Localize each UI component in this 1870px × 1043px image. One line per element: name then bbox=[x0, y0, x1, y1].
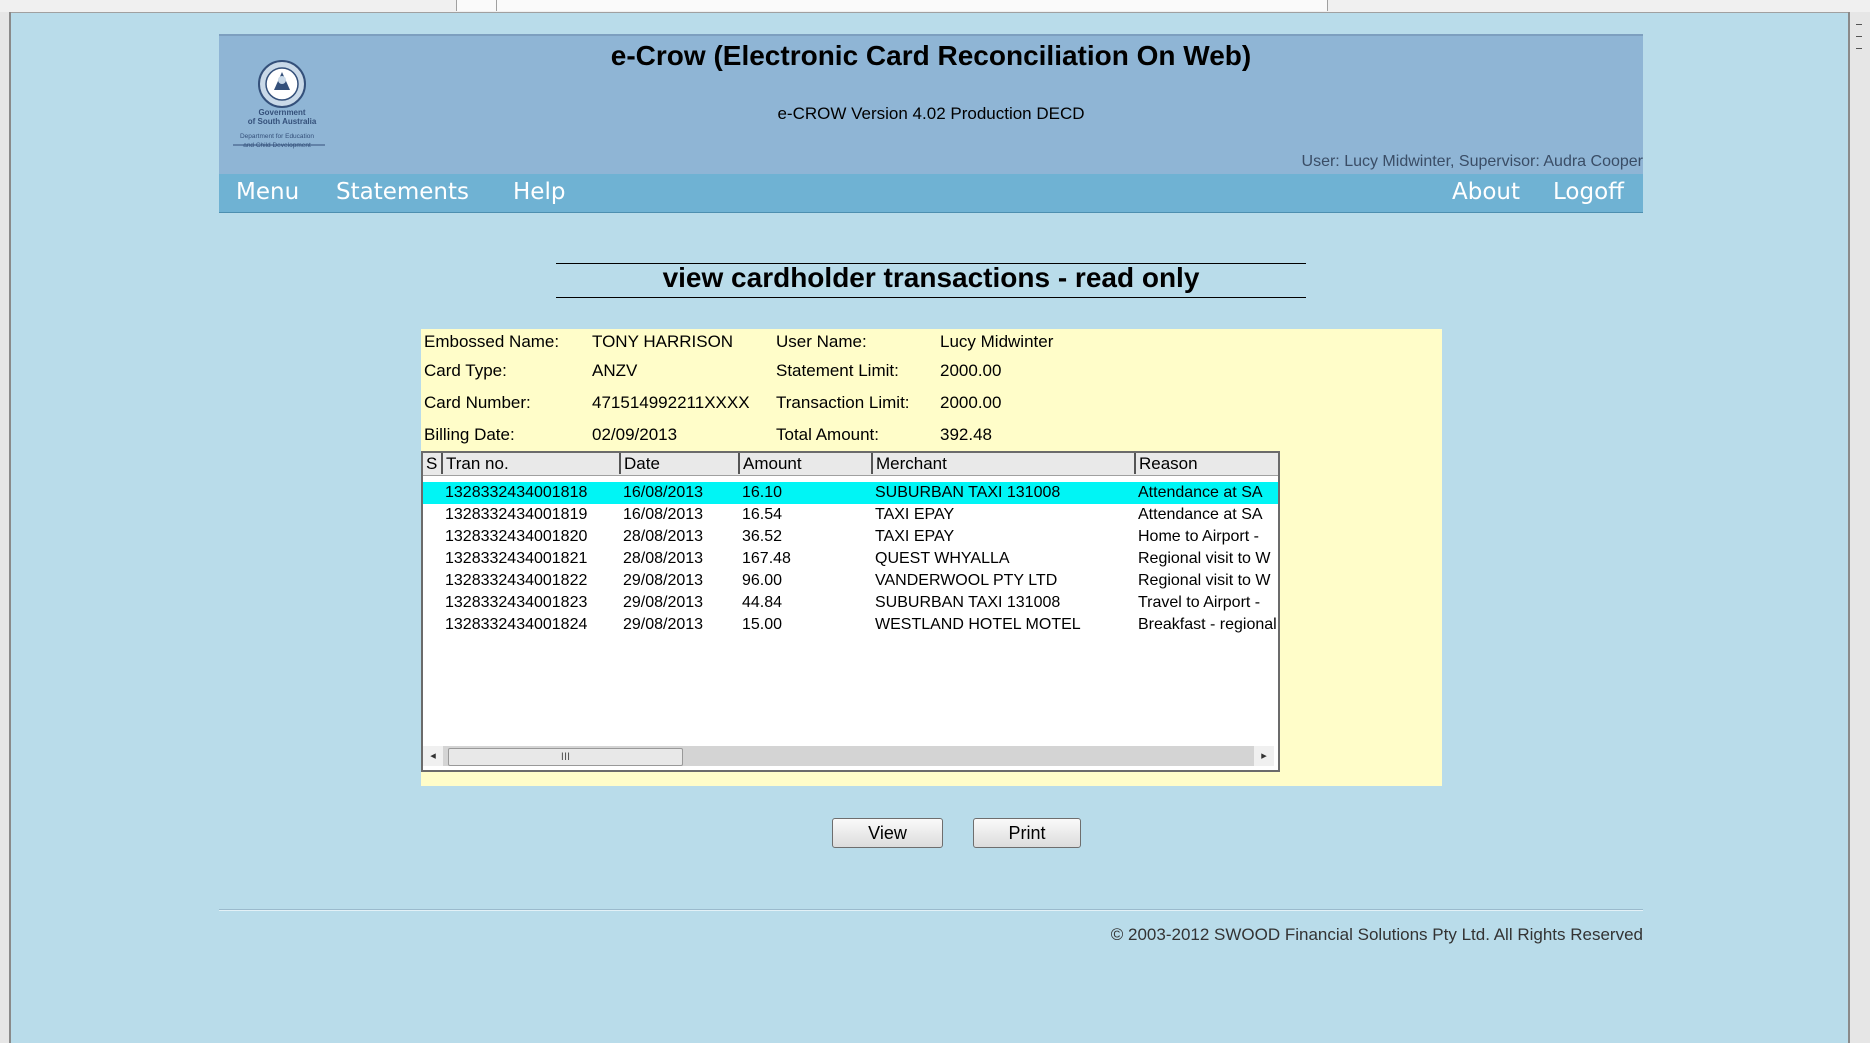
billing-date-value: 02/09/2013 bbox=[592, 425, 678, 444]
table-row[interactable]: 1328332434001823 29/08/2013 44.84 SUBURB… bbox=[423, 592, 1278, 614]
browser-toolbar-segment bbox=[496, 0, 1328, 11]
cell-date: 16/08/2013 bbox=[623, 506, 704, 523]
cell-tran-no: 1328332434001820 bbox=[445, 528, 588, 545]
cell-amount: 96.00 bbox=[742, 572, 783, 589]
horizontal-scrollbar[interactable]: ◂ III ▸ bbox=[423, 746, 1274, 766]
copyright-text: © 2003-2012 SWOOD Financial Solutions Pt… bbox=[1110, 925, 1643, 944]
page-title: view cardholder transactions - read only bbox=[662, 262, 1200, 293]
browser-toolbar-segment bbox=[456, 0, 498, 11]
cell-merchant: TAXI EPAY bbox=[875, 528, 955, 545]
cell-tran-no: 1328332434001818 bbox=[445, 484, 588, 501]
cell-merchant: WESTLAND HOTEL MOTEL bbox=[875, 616, 1081, 633]
scroll-right-icon[interactable]: ▸ bbox=[1254, 746, 1274, 766]
logo-text-3: Department for Education bbox=[240, 133, 314, 140]
card-type-value: ANZV bbox=[592, 361, 638, 380]
window-left-border bbox=[0, 12, 11, 1043]
cell-reason: Home to Airport - bbox=[1138, 528, 1259, 545]
nav-about[interactable]: About bbox=[1452, 179, 1520, 205]
cell-amount: 36.52 bbox=[742, 528, 783, 545]
column-header-merchant[interactable]: Merchant bbox=[873, 453, 1136, 474]
browser-top-strip bbox=[0, 0, 1870, 13]
user-info: User: Lucy Midwinter, Supervisor: Audra … bbox=[1301, 153, 1643, 170]
column-header-s[interactable]: S bbox=[423, 453, 443, 474]
table-row[interactable]: 1328332434001824 29/08/2013 15.00 WESTLA… bbox=[423, 614, 1278, 636]
nav-statements[interactable]: Statements bbox=[336, 179, 469, 205]
main-nav: Menu Statements Help About Logoff bbox=[219, 174, 1643, 213]
grid-header: S Tran no. Date Amount Merchant Reason bbox=[423, 453, 1278, 476]
cell-merchant: SUBURBAN TAXI 131008 bbox=[875, 594, 1061, 611]
transaction-limit-label: Transaction Limit: bbox=[776, 393, 910, 412]
scrollbar-thumb[interactable]: III bbox=[448, 748, 683, 766]
cell-tran-no: 1328332434001823 bbox=[445, 594, 588, 611]
column-header-tran-no[interactable]: Tran no. bbox=[443, 453, 621, 474]
user-name-value: Lucy Midwinter bbox=[940, 332, 1054, 351]
cell-reason: Regional visit to W bbox=[1138, 550, 1271, 567]
cell-reason: Travel to Airport - bbox=[1138, 594, 1261, 611]
cell-reason: Attendance at SA bbox=[1138, 506, 1263, 523]
transactions-grid[interactable]: S Tran no. Date Amount Merchant Reason 1… bbox=[421, 451, 1280, 772]
app-banner: Government of South Australia Department… bbox=[219, 34, 1643, 176]
card-number-value: 471514992211XXXX bbox=[592, 393, 750, 412]
nav-help[interactable]: Help bbox=[513, 179, 565, 205]
card-number-label: Card Number: bbox=[424, 393, 531, 412]
user-name-label: User Name: bbox=[776, 332, 867, 351]
cell-tran-no: 1328332434001821 bbox=[445, 550, 588, 567]
app-version: e-CROW Version 4.02 Production DECD bbox=[777, 104, 1085, 123]
cell-date: 28/08/2013 bbox=[623, 550, 704, 567]
cell-amount: 16.54 bbox=[742, 506, 783, 523]
cell-merchant: SUBURBAN TAXI 131008 bbox=[875, 484, 1061, 501]
cell-date: 28/08/2013 bbox=[623, 528, 704, 545]
cell-merchant: VANDERWOOL PTY LTD bbox=[875, 572, 1058, 589]
print-button[interactable]: Print bbox=[973, 818, 1081, 848]
column-header-reason[interactable]: Reason bbox=[1136, 453, 1278, 474]
view-button[interactable]: View bbox=[832, 818, 943, 848]
nav-logoff[interactable]: Logoff bbox=[1553, 179, 1624, 205]
cell-amount: 15.00 bbox=[742, 616, 783, 633]
transaction-limit-value: 2000.00 bbox=[940, 393, 1002, 412]
cell-amount: 167.48 bbox=[742, 550, 791, 567]
column-header-date[interactable]: Date bbox=[621, 453, 740, 474]
table-row[interactable]: 1328332434001818 16/08/2013 16.10 SUBURB… bbox=[423, 482, 1278, 504]
cell-reason: Regional visit to W bbox=[1138, 572, 1271, 589]
app-title: e-Crow (Electronic Card Reconciliation O… bbox=[610, 40, 1252, 71]
heading-rule-bottom bbox=[556, 297, 1306, 298]
logo-text-4: and Child Development bbox=[243, 142, 311, 149]
cell-merchant: QUEST WHYALLA bbox=[875, 550, 1010, 567]
column-header-amount[interactable]: Amount bbox=[740, 453, 873, 474]
window-scrollbar[interactable] bbox=[1848, 12, 1870, 1043]
cell-amount: 44.84 bbox=[742, 594, 783, 611]
statement-limit-label: Statement Limit: bbox=[776, 361, 899, 380]
cell-amount: 16.10 bbox=[742, 484, 783, 501]
table-row[interactable]: 1328332434001821 28/08/2013 167.48 QUEST… bbox=[423, 548, 1278, 570]
cell-reason: Breakfast - regional bbox=[1138, 616, 1277, 633]
embossed-name-label: Embossed Name: bbox=[424, 332, 560, 351]
table-row[interactable]: 1328332434001820 28/08/2013 36.52 TAXI E… bbox=[423, 526, 1278, 548]
embossed-name-value: TONY HARRISON bbox=[592, 332, 734, 351]
scroll-left-icon[interactable]: ◂ bbox=[423, 746, 443, 766]
cell-date: 29/08/2013 bbox=[623, 594, 704, 611]
billing-date-label: Billing Date: bbox=[424, 425, 515, 444]
cell-date: 29/08/2013 bbox=[623, 572, 704, 589]
cell-tran-no: 1328332434001819 bbox=[445, 506, 588, 523]
table-row[interactable]: 1328332434001822 29/08/2013 96.00 VANDER… bbox=[423, 570, 1278, 592]
footer-divider bbox=[219, 909, 1643, 911]
cell-date: 29/08/2013 bbox=[623, 616, 704, 633]
table-row[interactable]: 1328332434001819 16/08/2013 16.54 TAXI E… bbox=[423, 504, 1278, 526]
total-amount-label: Total Amount: bbox=[776, 425, 880, 444]
cell-tran-no: 1328332434001822 bbox=[445, 572, 588, 589]
cell-merchant: TAXI EPAY bbox=[875, 506, 955, 523]
total-amount-value: 392.48 bbox=[940, 425, 992, 444]
nav-menu[interactable]: Menu bbox=[236, 179, 299, 205]
cell-reason: Attendance at SA bbox=[1138, 484, 1263, 501]
cell-tran-no: 1328332434001824 bbox=[445, 616, 588, 633]
cell-date: 16/08/2013 bbox=[623, 484, 704, 501]
statement-limit-value: 2000.00 bbox=[940, 361, 1002, 380]
card-type-label: Card Type: bbox=[424, 361, 507, 380]
